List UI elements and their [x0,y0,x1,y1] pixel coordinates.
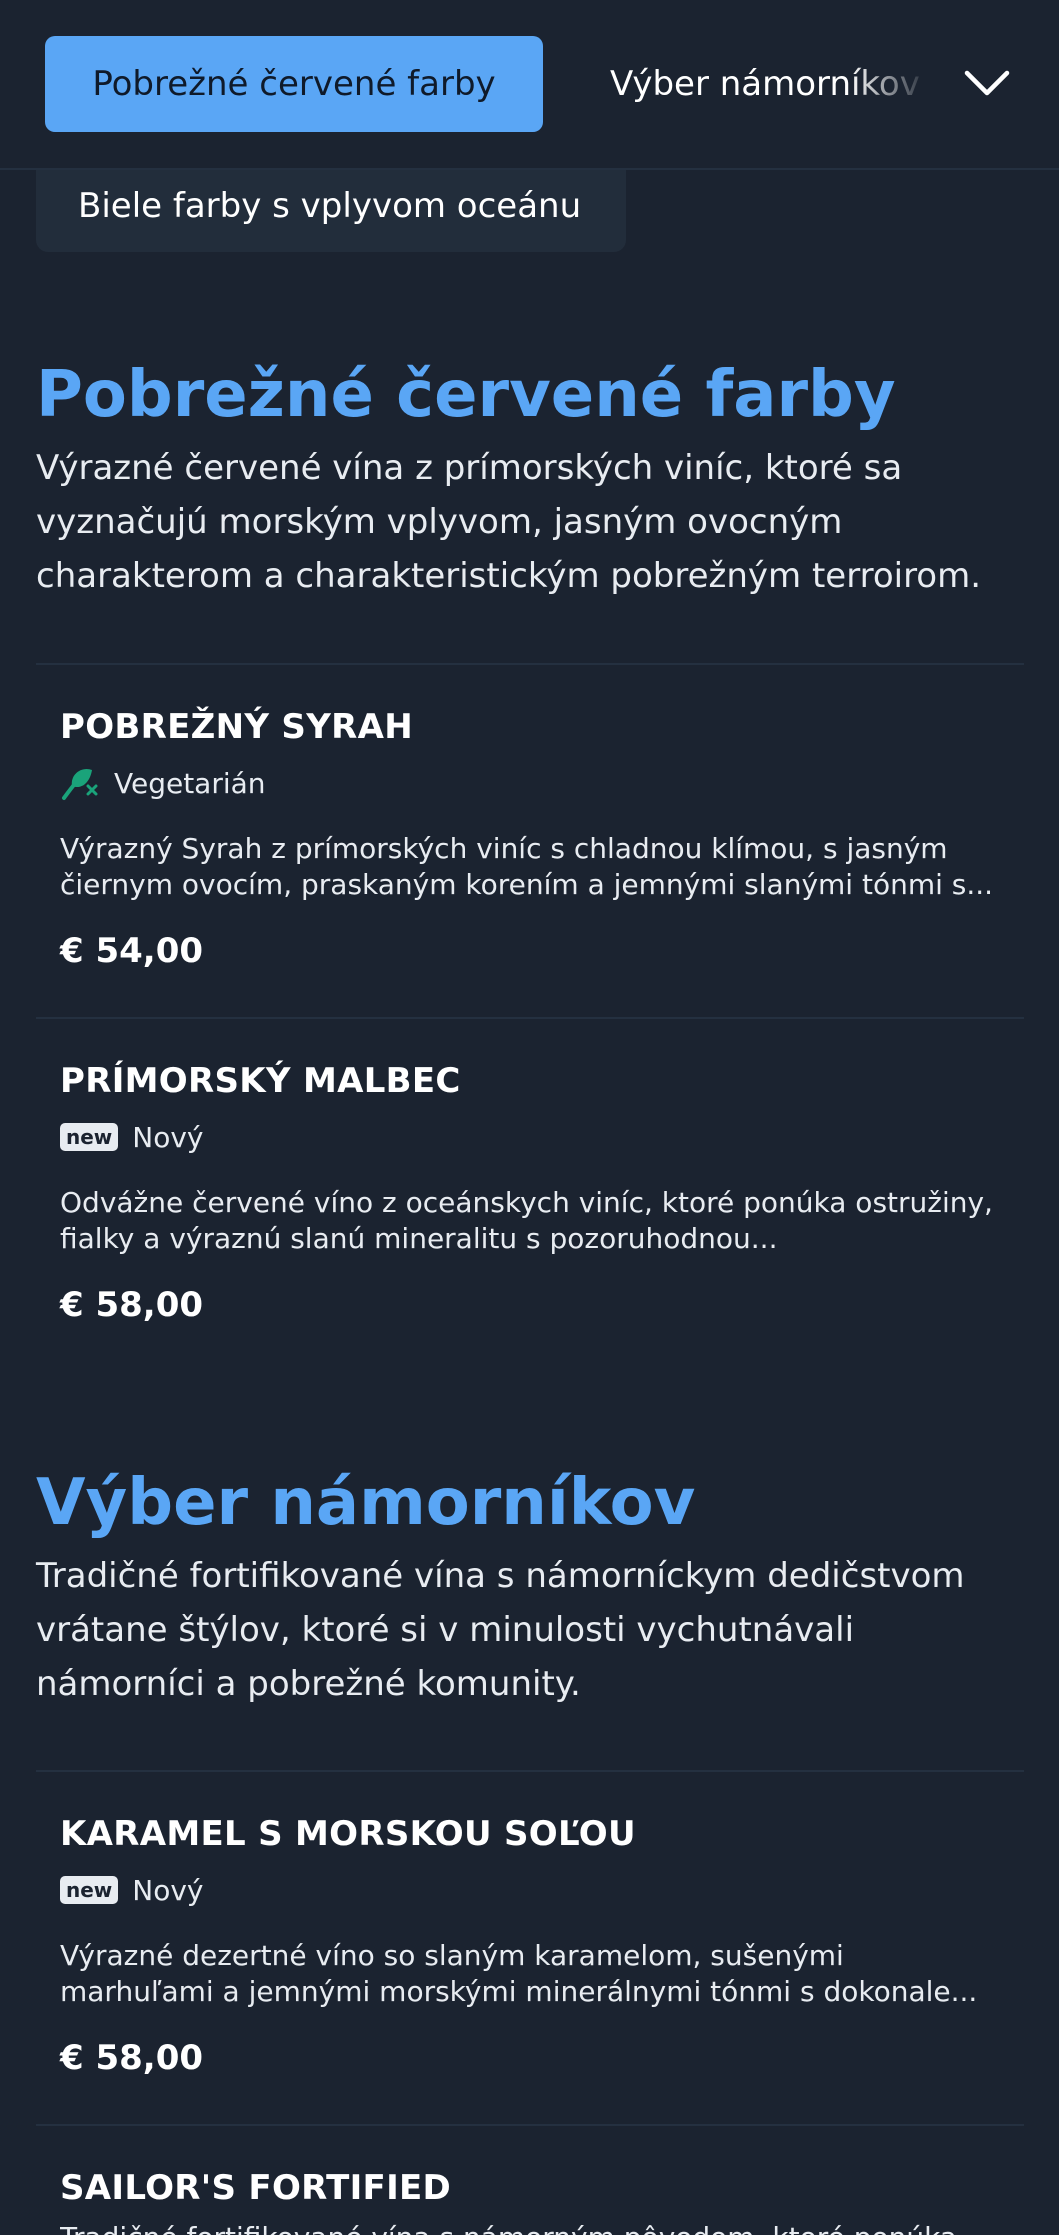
section-title: Výber námorníkov [36,1466,696,1540]
menu-item-salted-caramel[interactable]: KARAMEL S MORSKOU SOĽOU new Nový Výrazné… [36,1770,1024,2126]
chevron-down-icon [964,70,1010,96]
menu-item-sailors-fortified[interactable]: SAILOR'S FORTIFIED Tradičné fortifikovan… [36,2124,1024,2235]
badge-label: Nový [132,1873,204,1907]
item-price: € 58,00 [60,2038,204,2078]
section-sailors-selection: Výber námorníkov Tradičné fortifikované … [36,1465,1024,1711]
item-description: Odvážne červené víno z oceánskych viníc,… [60,1186,993,1255]
item-name: SAILOR'S FORTIFIED [60,2168,452,2208]
item-description: Výrazný Syrah z prímorských viníc s chla… [60,832,994,901]
badge-label: Nový [132,1120,204,1154]
section-description: Tradičné fortifikované vína s námornícky… [36,1556,965,1704]
item-name: PRÍMORSKÝ MALBEC [60,1061,461,1101]
new-tag: new [60,1876,119,1904]
item-name: POBREŽNÝ SYRAH [60,707,413,747]
new-badge: new Nový [60,1117,1000,1157]
item-name: KARAMEL S MORSKOU SOĽOU [60,1814,636,1854]
section-title: Pobrežné červené farby [36,358,896,432]
section-description: Výrazné červené vína z prímorských viníc… [36,448,982,596]
new-badge: new Nový [60,1870,1000,1910]
item-price: € 54,00 [60,931,204,971]
menu-item-coastal-malbec[interactable]: PRÍMORSKÝ MALBEC new Nový Odvážne červen… [36,1017,1024,1373]
badge-label: Vegetarián [114,766,266,800]
category-nav-bar: Pobrežné červené farby Výber námorníkov [0,0,1059,170]
item-description: Tradičné fortifikované vína s námorným p… [60,2220,1000,2235]
tab-sailors-selection[interactable]: Výber námorníkov [610,36,930,132]
categories-dropdown-button[interactable] [952,54,1022,114]
tab-coastal-reds[interactable]: Pobrežné červené farby [45,36,543,132]
leaf-icon [62,768,98,800]
item-price: € 58,00 [60,1285,204,1325]
new-tag: new [60,1123,119,1151]
section-coastal-reds: Pobrežné červené farby Výrazné červené v… [36,357,1024,603]
menu-item-coastal-syrah[interactable]: POBREŽNÝ SYRAH Vegetarián Výrazný Syrah … [36,663,1024,1019]
dietary-badge: Vegetarián [60,763,1000,803]
item-description: Výrazné dezertné víno so slaným karamelo… [60,1939,978,2008]
